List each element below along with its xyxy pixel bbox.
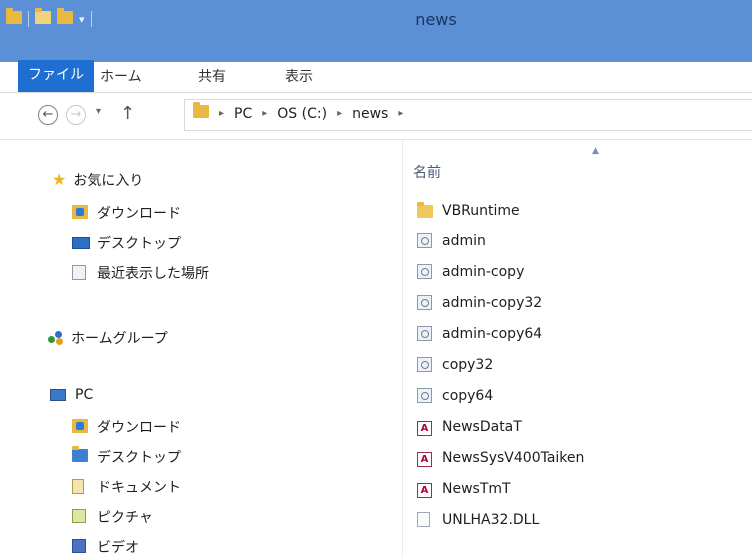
nav-favorites[interactable]: ★ お気に入り [52,170,143,190]
list-item[interactable]: admin-copy64 [417,326,542,342]
file-list: ▲ 名前 VBRuntime admin admin-copy admin-co… [403,140,752,558]
application-icon [417,264,435,280]
computer-icon [50,387,68,403]
nav-item-label: ビデオ [97,540,139,556]
tab-file[interactable]: ファイル [18,60,94,92]
application-icon [417,388,435,404]
tab-share[interactable]: 共有 [198,62,226,92]
access-database-icon: A [417,450,435,467]
nav-pc-desktop[interactable]: デスクトップ [72,446,181,467]
file-name: admin-copy64 [442,326,543,342]
recent-places-icon [72,265,90,281]
file-name: copy64 [442,388,494,404]
nav-item-label: デスクトップ [97,450,181,466]
nav-favorites-downloads[interactable]: ダウンロード [72,203,181,223]
list-item[interactable]: admin-copy [417,264,524,280]
access-database-icon: A [417,481,435,498]
nav-pc-pictures[interactable]: ピクチャ [72,507,153,527]
nav-item-label: ドキュメント [97,480,181,496]
address-bar[interactable]: ▸ PC ▸ OS (C:) ▸ news ▸ [184,99,752,131]
application-icon [417,295,435,311]
navigation-bar: ← → ▾ ↑ ▸ PC ▸ OS (C:) ▸ news ▸ [0,93,752,140]
forward-arrow-icon[interactable]: → [66,105,86,125]
nav-favorites-desktop[interactable]: デスクトップ [72,233,181,253]
breadcrumb-pc[interactable]: PC [234,106,252,122]
file-name: admin-copy [442,264,525,280]
up-arrow-icon[interactable]: ↑ [120,103,135,124]
nav-favorites-recent-places[interactable]: 最近表示した場所 [72,263,209,283]
file-name: VBRuntime [442,203,520,219]
list-item[interactable]: A NewsDataT [417,419,522,436]
nav-homegroup[interactable]: ホームグループ [48,328,168,348]
nav-pc-label: PC [75,387,94,403]
desktop-icon [72,235,90,251]
nav-item-label: ダウンロード [97,206,181,222]
homegroup-icon [48,330,64,346]
nav-pc-documents[interactable]: ドキュメント [72,477,181,497]
application-icon [417,357,435,373]
file-name: NewsTmT [442,481,511,497]
star-icon: ★ [52,170,67,189]
access-database-icon: A [417,419,435,436]
breadcrumb-arrow-icon[interactable]: ▸ [262,108,267,119]
breadcrumb-arrow-icon[interactable]: ▸ [337,108,342,119]
nav-pc-videos[interactable]: ビデオ [72,537,139,557]
nav-homegroup-label: ホームグループ [71,331,168,347]
nav-item-label: 最近表示した場所 [97,266,209,282]
file-name: admin [442,233,486,249]
breadcrumb-os-c[interactable]: OS (C:) [277,106,327,122]
nav-item-label: ピクチャ [97,510,153,526]
file-name: UNLHA32.DLL [442,512,540,528]
file-name: NewsSysV400Taiken [442,450,585,466]
breadcrumb-arrow-icon[interactable]: ▸ [398,108,403,119]
folder-icon [417,202,435,219]
address-folder-icon [193,102,209,122]
file-name: NewsDataT [442,419,522,435]
breadcrumb-arrow-icon[interactable]: ▸ [219,108,224,119]
recent-locations-chevron-icon[interactable]: ▾ [96,106,101,117]
ribbon-tabs: ファイル ホーム 共有 表示 [0,60,752,93]
nav-favorites-label: お気に入り [73,173,144,189]
downloads-folder-icon [72,419,90,435]
pictures-icon [72,509,90,525]
title-bar: ▾ news [0,0,752,62]
sort-ascending-icon: ▲ [592,146,599,156]
tab-home[interactable]: ホーム [100,62,142,92]
file-name: admin-copy32 [442,295,543,311]
nav-item-label: ダウンロード [97,420,181,436]
list-item[interactable]: A NewsSysV400Taiken [417,450,585,467]
list-item[interactable]: UNLHA32.DLL [417,512,539,528]
desktop-folder-icon [72,446,90,465]
documents-icon [72,479,90,495]
tab-view[interactable]: 表示 [285,62,313,92]
window-title: news [415,10,457,29]
downloads-folder-icon [72,205,90,221]
list-item[interactable]: copy32 [417,357,493,373]
list-item[interactable]: admin-copy32 [417,295,542,311]
nav-pc[interactable]: PC [50,387,93,403]
file-name: copy32 [442,357,494,373]
navigation-pane: ★ お気に入り ダウンロード デスクトップ 最近表示した場所 ホームグループ P… [0,140,402,558]
nav-item-label: デスクトップ [97,236,181,252]
list-item[interactable]: admin [417,233,486,249]
nav-pc-downloads[interactable]: ダウンロード [72,417,181,437]
videos-icon [72,539,90,555]
application-icon [417,233,435,249]
back-arrow-icon[interactable]: ← [38,105,58,125]
application-icon [417,326,435,342]
dll-file-icon [417,512,435,528]
column-header-name[interactable]: 名前 [413,162,441,182]
list-item[interactable]: VBRuntime [417,202,520,219]
list-item[interactable]: A NewsTmT [417,481,511,498]
breadcrumb-news[interactable]: news [352,106,388,122]
list-item[interactable]: copy64 [417,388,493,404]
